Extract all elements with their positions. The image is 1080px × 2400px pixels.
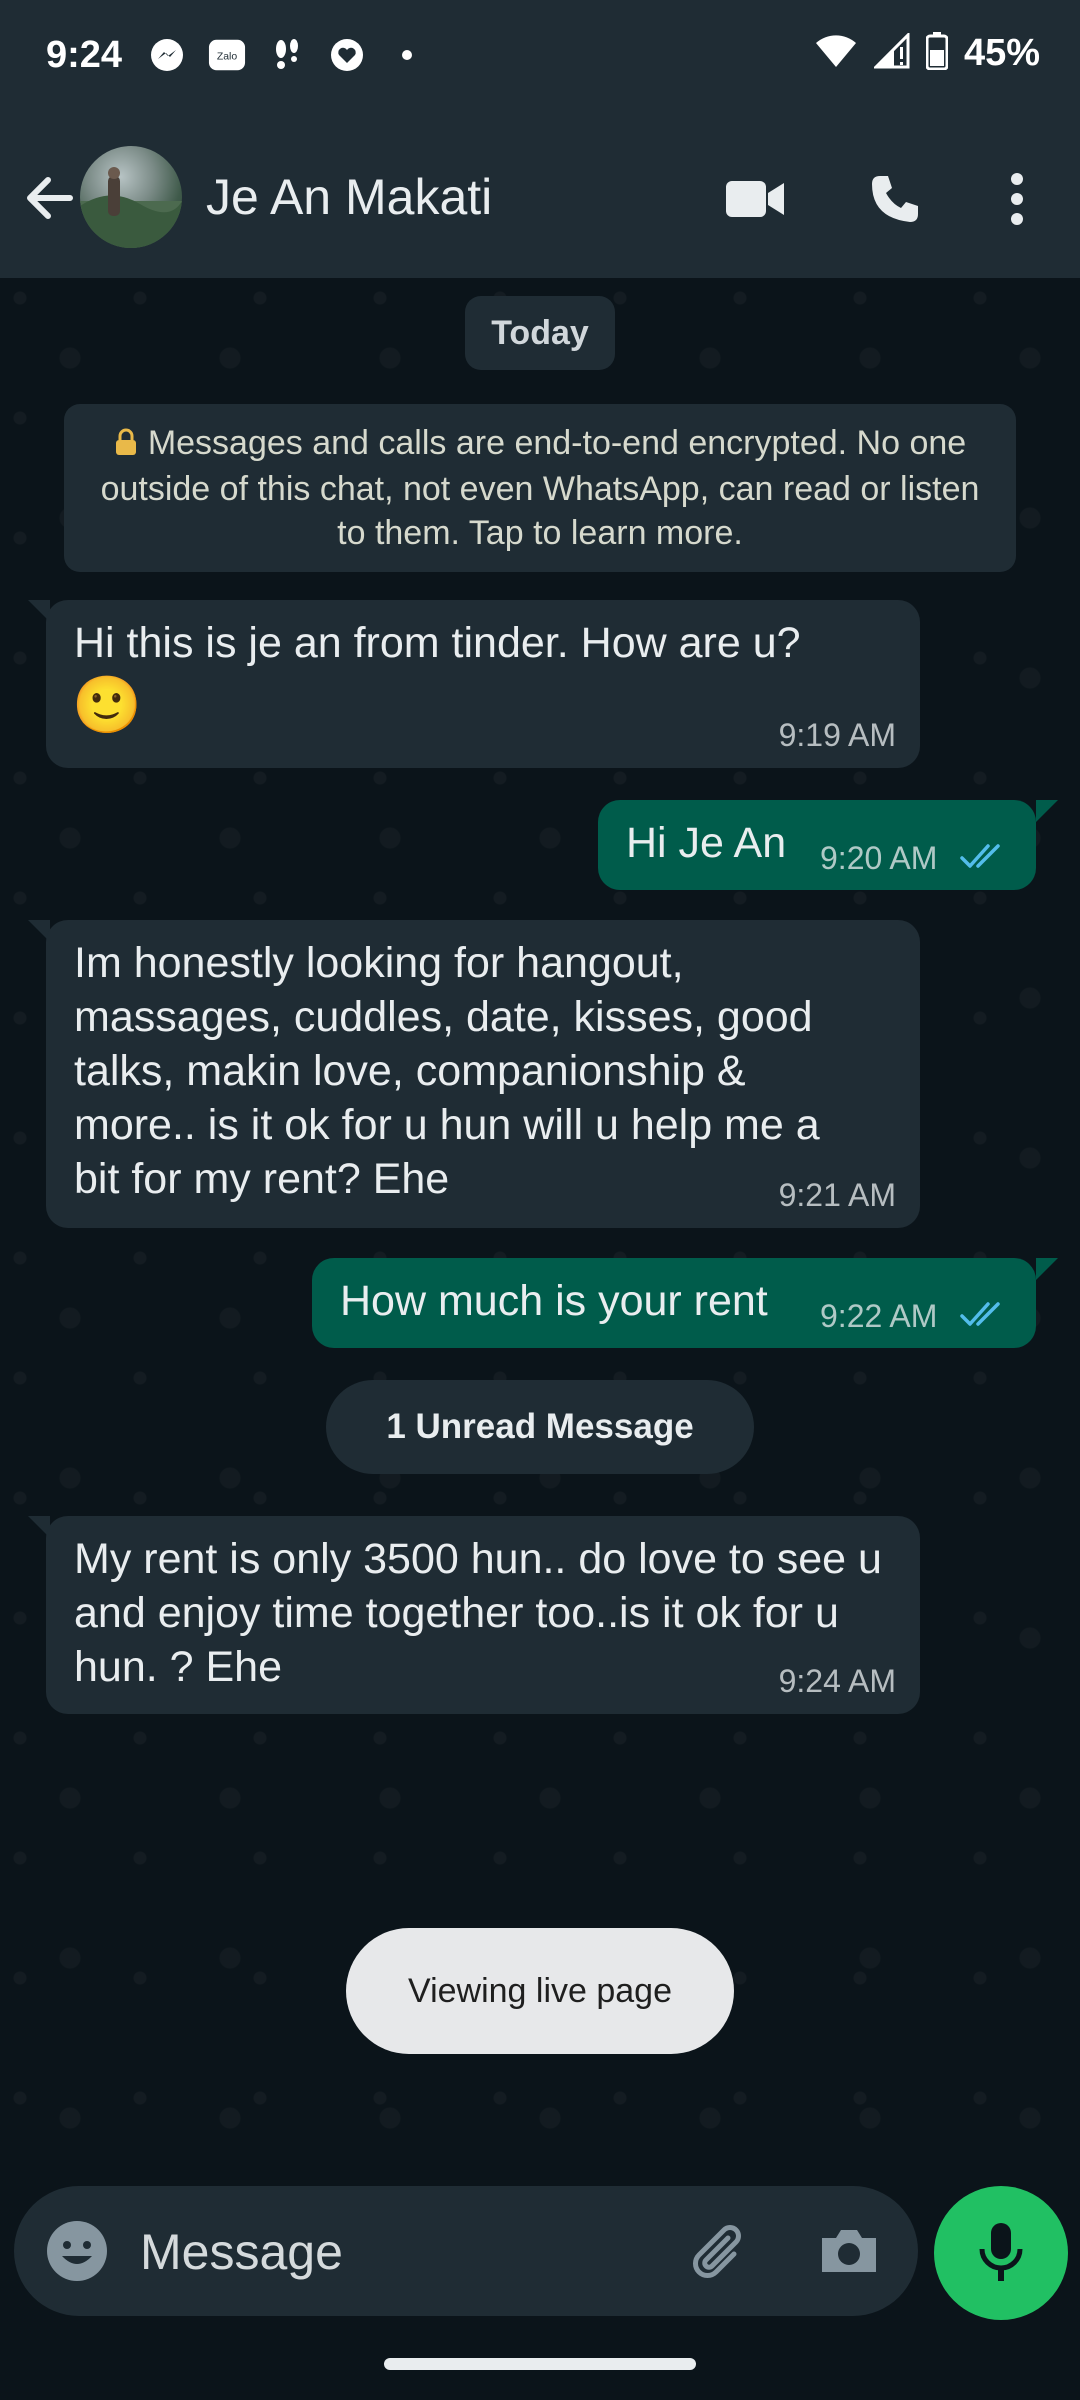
message-text: How much is your rent [340, 1277, 768, 1325]
battery-icon [925, 32, 949, 75]
camera-icon [822, 2230, 876, 2272]
phone-icon [872, 176, 918, 222]
message-time: 9:21 AM [778, 1177, 896, 1213]
svg-text:Zalo: Zalo [217, 52, 237, 63]
message-time: 9:24 AM [778, 1663, 896, 1699]
read-receipt-icon [960, 1300, 1010, 1335]
emoji-button[interactable] [44, 2218, 110, 2284]
messenger-icon [148, 36, 186, 74]
lock-icon [114, 423, 138, 467]
video-call-button[interactable] [720, 164, 790, 234]
emoji-icon [47, 2221, 107, 2281]
voice-message-button[interactable] [934, 2186, 1068, 2320]
message-emoji: 🙂 [72, 673, 142, 736]
more-vertical-icon [1011, 173, 1023, 225]
arrow-left-icon [27, 177, 73, 219]
bubble-tail [1036, 800, 1058, 822]
message-text: Hi Je An [626, 819, 787, 867]
dot-icon [388, 36, 426, 74]
back-button[interactable] [20, 168, 80, 228]
message-time: 9:19 AM [778, 717, 896, 753]
heart-app-icon [328, 36, 366, 74]
zalo-icon: Zalo [208, 36, 246, 74]
paperclip-icon [693, 2225, 741, 2278]
unread-messages-chip: 1 Unread Message [326, 1380, 754, 1474]
incoming-message[interactable]: Hi this is je an from tinder. How are u?… [46, 600, 920, 768]
status-time: 9:24 [46, 34, 123, 76]
status-bar: 9:24 Zalo 45% [0, 0, 1080, 120]
chat-header: Je An Makati [0, 120, 1080, 278]
footsteps-icon [268, 36, 306, 74]
contact-avatar[interactable] [80, 146, 182, 248]
contact-name[interactable]: Je An Makati [206, 168, 492, 226]
toast-message: Viewing live page [346, 1928, 734, 2054]
message-input[interactable] [138, 2216, 682, 2288]
gesture-nav-bar[interactable] [384, 2358, 696, 2370]
incoming-message[interactable]: Im honestly looking for hangout, massage… [46, 920, 920, 1228]
message-text: Im honestly looking for hangout, massage… [74, 939, 820, 1203]
message-time: 9:22 AM [820, 1298, 938, 1334]
more-options-button[interactable] [982, 164, 1052, 234]
message-time: 9:20 AM [820, 840, 938, 876]
date-chip: Today [465, 296, 615, 370]
video-camera-icon [726, 181, 784, 217]
read-receipt-icon [960, 842, 1010, 877]
outgoing-message[interactable]: How much is your rent 9:22 AM [312, 1258, 1036, 1348]
incoming-message[interactable]: My rent is only 3500 hun.. do love to se… [46, 1516, 920, 1714]
microphone-icon [979, 2223, 1023, 2281]
voice-call-button[interactable] [860, 164, 930, 234]
message-composer [14, 2186, 918, 2316]
bubble-tail [1036, 1258, 1058, 1280]
outgoing-message[interactable]: Hi Je An 9:20 AM [598, 800, 1036, 890]
wifi-icon [814, 33, 858, 74]
camera-button[interactable] [814, 2216, 884, 2286]
attach-button[interactable] [686, 2216, 756, 2286]
message-text: Hi this is je an from tinder. How are u? [74, 619, 801, 667]
encryption-notice-text: Messages and calls are end-to-end encryp… [100, 423, 980, 552]
cell-signal-icon [872, 31, 910, 74]
battery-percentage: 45% [963, 32, 1040, 74]
encryption-notice[interactable]: Messages and calls are end-to-end encryp… [64, 404, 1016, 572]
